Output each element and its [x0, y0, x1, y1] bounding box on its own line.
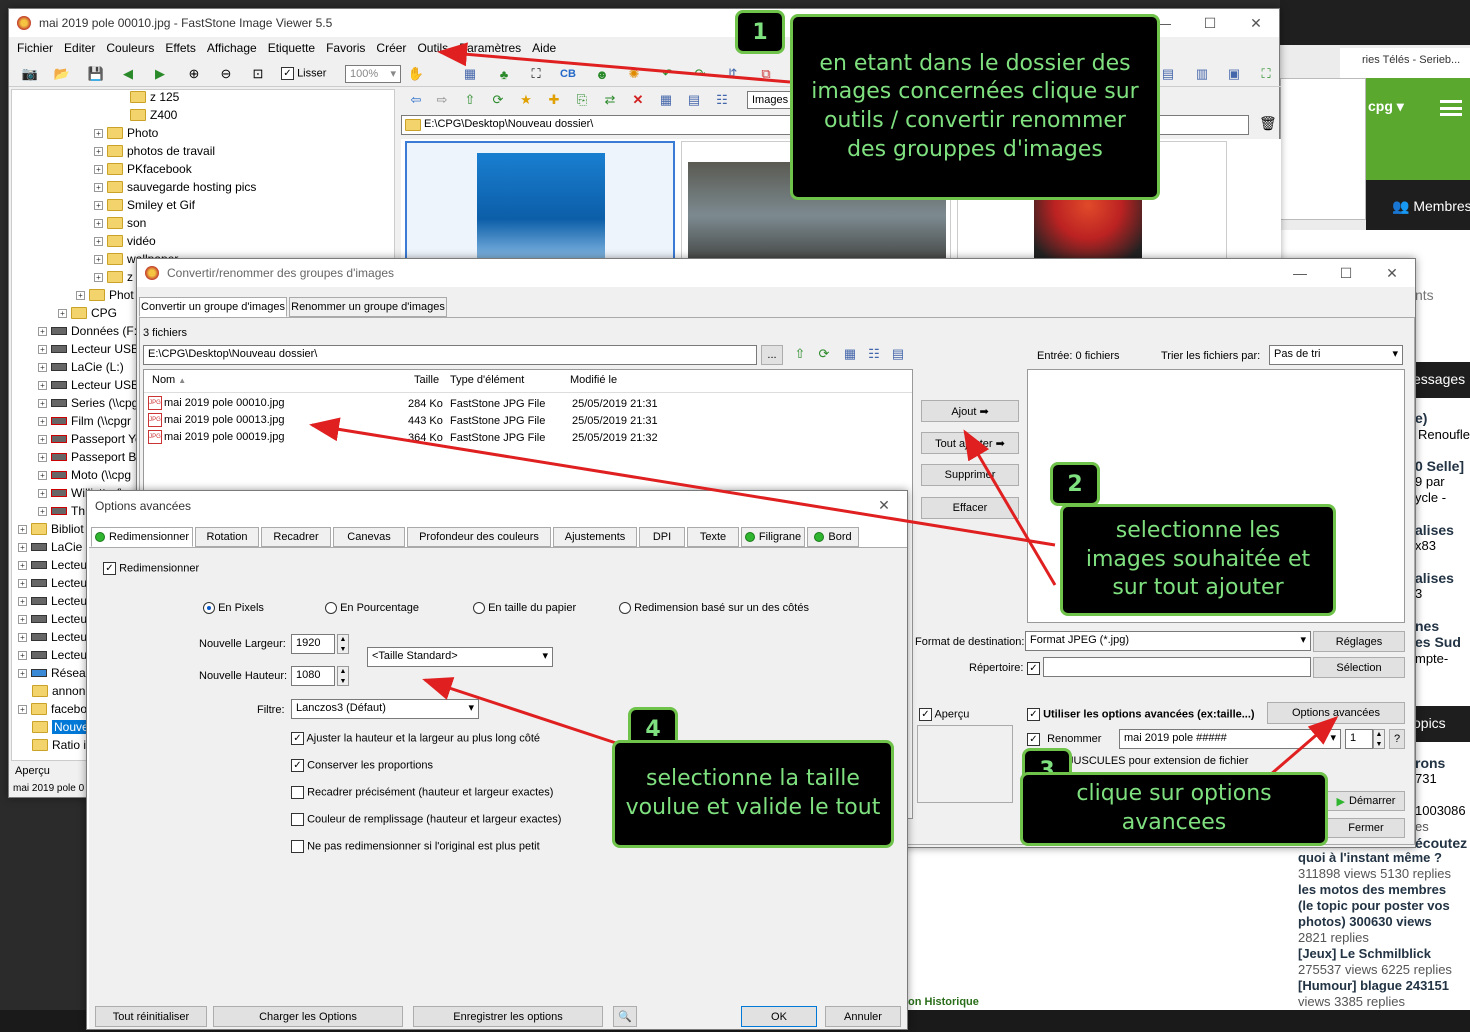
arrow-4: [422, 677, 623, 747]
arrow-3: [1269, 716, 1339, 777]
callout-1: en etant dans le dossier des images conc…: [790, 14, 1160, 200]
arrow-2b: [963, 429, 1057, 586]
callout-4: selectionne la taille voulue et valide l…: [612, 740, 894, 848]
callout-3: clique sur options avancees: [1020, 772, 1328, 846]
callout-number-1: 1: [735, 10, 785, 54]
callout-number-2: 2: [1050, 462, 1100, 506]
arrow-1: [437, 42, 791, 84]
callout-2: selectionne les images souhaitée et sur …: [1060, 504, 1336, 616]
arrow-2a: [309, 417, 1056, 547]
